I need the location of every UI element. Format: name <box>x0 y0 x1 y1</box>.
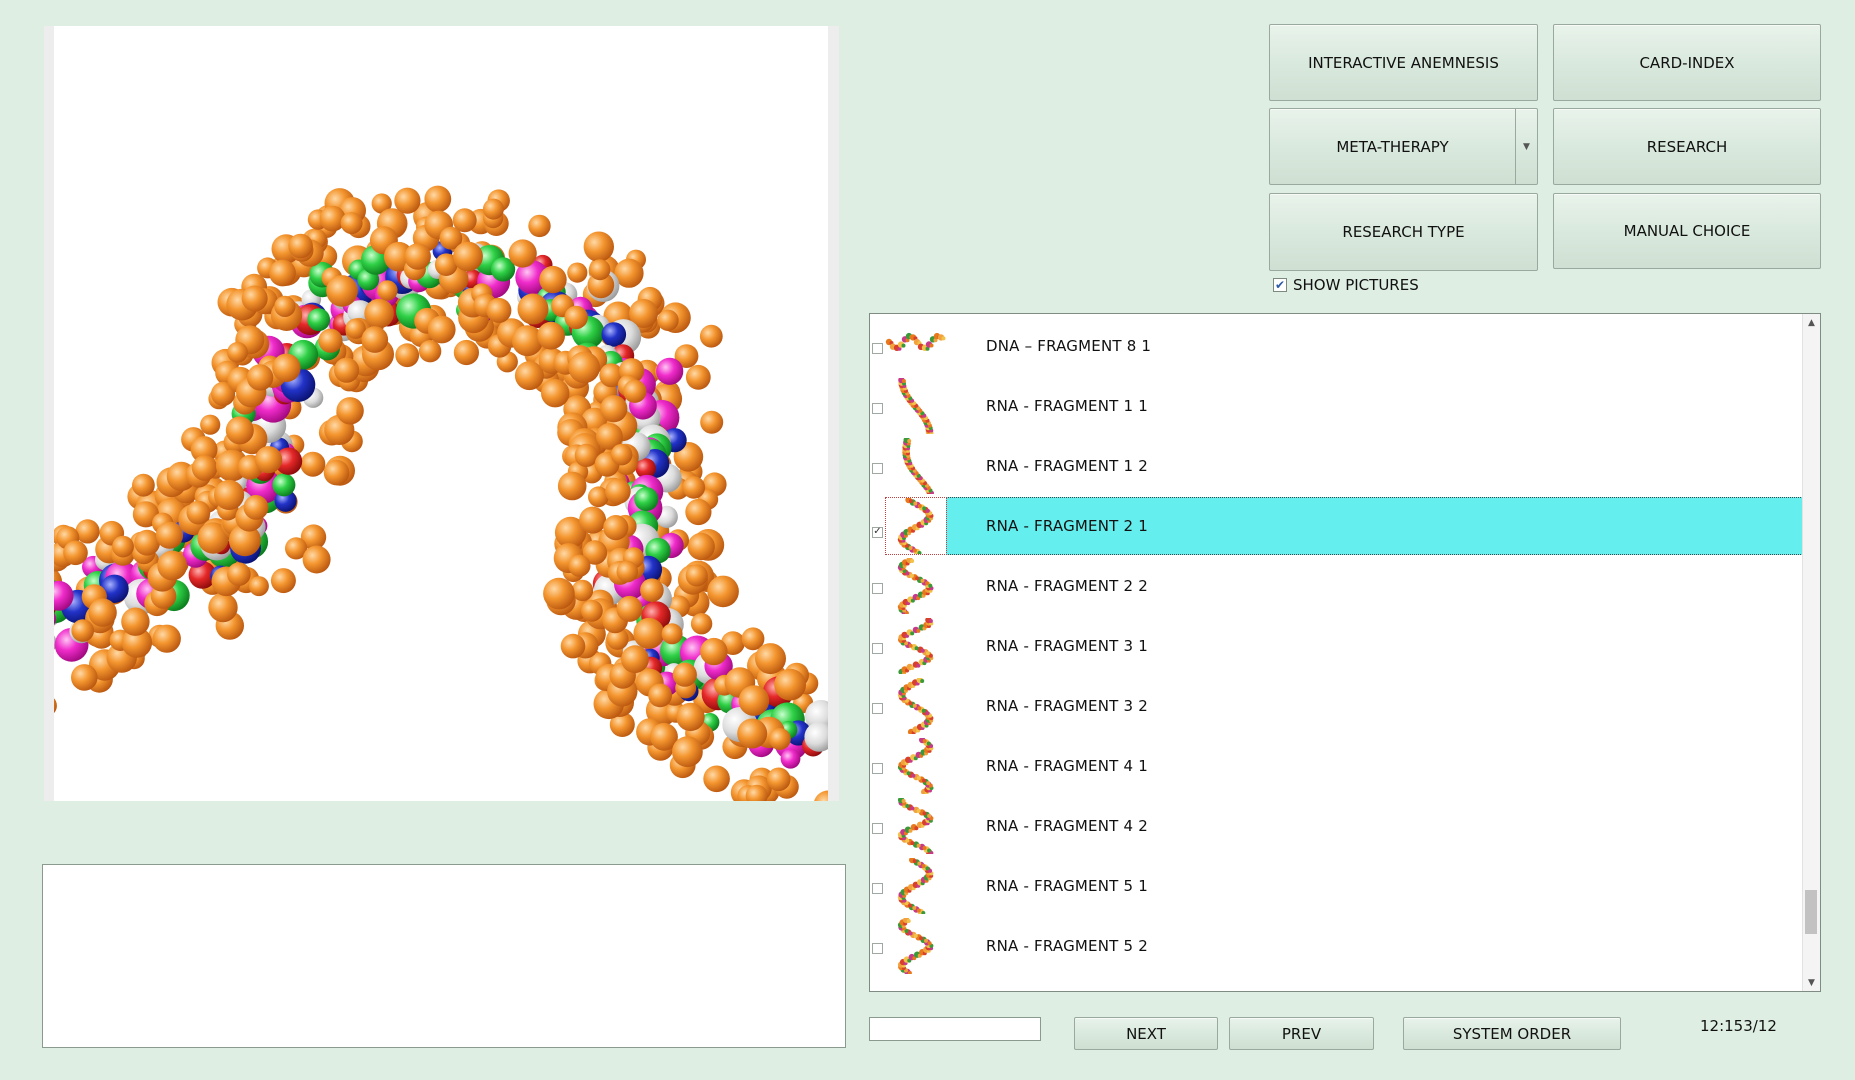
next-button[interactable]: NEXT <box>1074 1017 1218 1050</box>
meta-therapy-button[interactable]: META-THERAPY ▼ <box>1269 108 1538 185</box>
list-item-checkbox-wrap[interactable] <box>872 640 883 658</box>
fragment-thumbnail-icon <box>885 438 947 494</box>
list-item-checkbox[interactable]: ✓ <box>872 526 883 538</box>
list-item-checkbox[interactable] <box>872 883 883 894</box>
manual-choice-button[interactable]: MANUAL CHOICE <box>1553 193 1821 269</box>
fragment-list[interactable]: DNA – FRAGMENT 8 1 RNA - FRAGMENT 1 1 RNA … <box>869 313 1821 992</box>
show-pictures-label: SHOW PICTURES <box>1293 276 1419 294</box>
list-item-checkbox-wrap[interactable] <box>872 580 883 598</box>
list-item-checkbox-wrap[interactable] <box>872 940 883 958</box>
molecule-canvas <box>54 26 828 801</box>
system-order-button[interactable]: SYSTEM ORDER <box>1403 1017 1621 1050</box>
research-button[interactable]: RESEARCH <box>1553 108 1821 185</box>
list-item-checkbox[interactable] <box>872 583 883 594</box>
scroll-down-icon[interactable]: ▼ <box>1803 974 1820 991</box>
list-item-label: DNA – FRAGMENT 8 1 <box>986 337 1152 355</box>
list-item-label: RNA - FRAGMENT 4 2 <box>986 817 1148 835</box>
list-item[interactable]: RNA - FRAGMENT 5 1 <box>870 856 1803 916</box>
list-item-label: RNA - FRAGMENT 1 2 <box>986 457 1148 475</box>
list-item-checkbox-wrap[interactable] <box>872 760 883 778</box>
list-item[interactable]: RNA - FRAGMENT 4 1 <box>870 736 1803 796</box>
list-item-label: RNA - FRAGMENT 2 1 <box>986 517 1148 535</box>
list-item[interactable]: RNA - FRAGMENT 3 1 <box>870 616 1803 676</box>
list-item[interactable]: RNA - FRAGMENT 2 2 <box>870 556 1803 616</box>
fragment-thumbnail-icon <box>885 858 947 914</box>
research-type-button[interactable]: RESEARCH TYPE <box>1269 193 1538 271</box>
list-scrollbar[interactable]: ▲ ▼ <box>1802 314 1820 991</box>
show-pictures-checkbox[interactable]: ✔ <box>1273 278 1287 292</box>
list-item-label: RNA - FRAGMENT 1 1 <box>986 397 1148 415</box>
list-item[interactable]: ✓ RNA - FRAGMENT 2 1 <box>870 496 1803 556</box>
list-item-label: RNA - FRAGMENT 4 1 <box>986 757 1148 775</box>
prev-button[interactable]: PREV <box>1229 1017 1374 1050</box>
list-item-checkbox[interactable] <box>872 703 883 714</box>
list-item[interactable]: RNA - FRAGMENT 4 2 <box>870 796 1803 856</box>
list-item[interactable]: RNA - FRAGMENT 5 2 <box>870 916 1803 976</box>
list-item-checkbox-wrap[interactable]: ✓ <box>872 520 883 538</box>
page-counter: 12:153/12 <box>1700 1017 1777 1035</box>
research-label: RESEARCH <box>1646 137 1728 156</box>
list-item-checkbox[interactable] <box>872 343 883 354</box>
notes-textarea[interactable] <box>42 864 846 1048</box>
list-item-checkbox[interactable] <box>872 763 883 774</box>
interactive-anemnesis-label: INTERACTIVE ANEMNESIS <box>1308 53 1499 72</box>
list-item-checkbox[interactable] <box>872 403 883 414</box>
fragment-thumbnail-icon <box>885 558 947 614</box>
list-item-label: RNA - FRAGMENT 2 2 <box>986 577 1148 595</box>
list-item-checkbox[interactable] <box>872 943 883 954</box>
list-item-label: RNA - FRAGMENT 3 1 <box>986 637 1148 655</box>
list-item-checkbox-wrap[interactable] <box>872 880 883 898</box>
list-item-label: RNA - FRAGMENT 5 1 <box>986 877 1148 895</box>
fragment-thumbnail-icon <box>885 318 947 374</box>
list-item-label: RNA - FRAGMENT 3 2 <box>986 697 1148 715</box>
prev-label: PREV <box>1281 1024 1322 1043</box>
search-input[interactable] <box>869 1017 1041 1041</box>
list-item[interactable]: DNA – FRAGMENT 8 1 <box>870 316 1803 376</box>
list-item-checkbox-wrap[interactable] <box>872 700 883 718</box>
fragment-thumbnail-icon <box>885 918 947 974</box>
list-item[interactable]: RNA - FRAGMENT 3 2 <box>870 676 1803 736</box>
card-index-label: CARD-INDEX <box>1639 53 1735 72</box>
scroll-thumb[interactable] <box>1805 890 1817 934</box>
molecule-viewer[interactable] <box>44 26 839 801</box>
fragment-thumbnail-icon <box>885 678 947 734</box>
fragment-thumbnail-icon <box>885 618 947 674</box>
fragment-thumbnail-icon <box>885 378 947 434</box>
list-item-checkbox[interactable] <box>872 643 883 654</box>
scroll-up-icon[interactable]: ▲ <box>1803 314 1820 331</box>
list-item-label: RNA - FRAGMENT 5 2 <box>986 937 1148 955</box>
next-label: NEXT <box>1126 1024 1166 1043</box>
list-item-checkbox-wrap[interactable] <box>872 460 883 478</box>
system-order-label: SYSTEM ORDER <box>1452 1024 1572 1043</box>
card-index-button[interactable]: CARD-INDEX <box>1553 24 1821 101</box>
manual-choice-label: MANUAL CHOICE <box>1623 222 1751 240</box>
list-item[interactable]: RNA - FRAGMENT 1 1 <box>870 376 1803 436</box>
list-item-checkbox[interactable] <box>872 823 883 834</box>
list-item[interactable]: RNA - FRAGMENT 1 2 <box>870 436 1803 496</box>
show-pictures-toggle[interactable]: ✔ SHOW PICTURES <box>1273 276 1419 294</box>
list-item-checkbox-wrap[interactable] <box>872 400 883 418</box>
list-item-checkbox[interactable] <box>872 463 883 474</box>
research-type-label: RESEARCH TYPE <box>1342 223 1465 241</box>
fragment-thumbnail-icon <box>885 738 947 794</box>
rna-molecule-image <box>54 185 828 801</box>
fragment-thumbnail-icon <box>885 798 947 854</box>
list-item-checkbox-wrap[interactable] <box>872 820 883 838</box>
fragment-thumbnail-icon <box>885 498 947 554</box>
meta-therapy-label: META-THERAPY <box>1336 137 1449 156</box>
interactive-anemnesis-button[interactable]: INTERACTIVE ANEMNESIS <box>1269 24 1538 101</box>
chevron-down-icon[interactable]: ▼ <box>1515 109 1537 184</box>
list-item-checkbox-wrap[interactable] <box>872 340 883 358</box>
